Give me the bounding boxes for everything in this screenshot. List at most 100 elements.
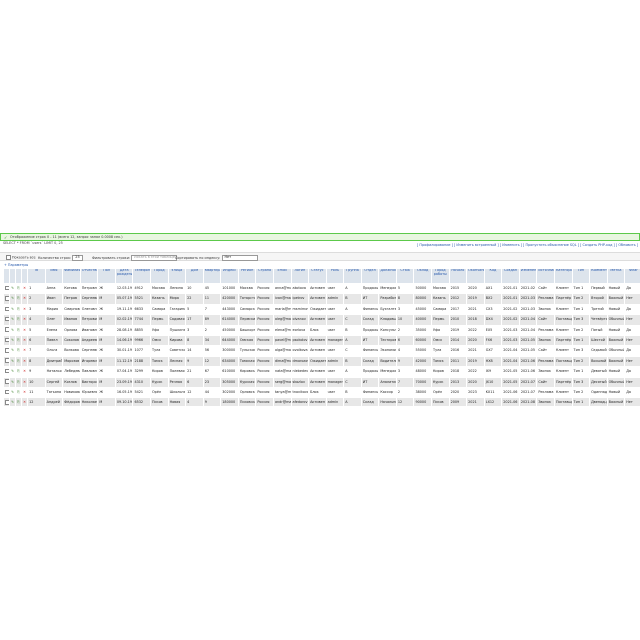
table-cell[interactable]: admin [325,293,345,305]
copy-icon[interactable]: ⎘ [17,359,20,363]
table-cell[interactable]: Нет [624,355,640,368]
table-cell[interactable]: М [97,376,116,388]
row-checkbox[interactable] [5,316,9,322]
table-cell[interactable]: Казань [431,293,450,305]
table-cell[interactable]: Россия [255,314,274,326]
table-cell[interactable]: 40000 [413,314,432,326]
table-cell[interactable]: Ленина [167,282,187,295]
table-cell[interactable]: 8 [185,334,204,347]
table-cell[interactable]: Менеджер [378,366,397,378]
sort-select[interactable]: Нет [221,255,258,261]
table-cell[interactable]: 9 [27,366,46,378]
table-cell[interactable]: Тип 2 [571,355,591,368]
table-cell[interactable]: 6 [27,334,46,347]
table-cell[interactable]: 28.08.1995 [114,324,134,336]
table-cell[interactable]: Нет [624,397,640,406]
table-cell[interactable]: 420000 [220,293,239,305]
parameters-toggle[interactable]: + Параметры [4,263,28,267]
table-cell[interactable]: Седьмой [589,345,608,357]
table-cell[interactable]: user [325,324,345,336]
table-cell[interactable]: dima@mail [272,355,292,368]
table-cell[interactable]: serg@mail [272,376,292,388]
pencil-icon[interactable]: ✎ [11,286,14,290]
table-cell[interactable]: Активен [308,376,327,388]
column-header[interactable]: Создан [501,268,520,284]
table-cell[interactable]: 2021-07 [518,386,538,399]
table-cell[interactable]: 21 [185,366,204,378]
column-header[interactable]: Отчество [79,268,99,284]
table-cell[interactable]: Россия [255,376,274,388]
table-cell[interactable]: 2021-02 [501,303,520,316]
table-cell[interactable]: Наталья [44,366,64,378]
table-cell[interactable]: admin [325,397,345,406]
table-cell[interactable]: Самарская [237,303,257,316]
column-header[interactable]: Email [272,268,292,284]
table-cell[interactable]: Петров [62,293,81,305]
table-cell[interactable]: Ивановна [79,324,99,336]
show-all-checkbox[interactable] [6,255,11,260]
column-header[interactable]: Город работы [431,268,450,284]
table-cell[interactable]: 3 [395,303,415,316]
table-cell[interactable]: EX5 [483,324,503,336]
column-header[interactable]: Регион [237,268,257,284]
table-cell[interactable]: Тип 2 [571,324,591,336]
table-cell[interactable]: Николаевич [79,397,99,406]
table-cell[interactable]: Да [624,386,640,399]
table-cell[interactable]: Звонок [536,303,555,316]
table-cell[interactable]: 2 [395,324,415,336]
table-cell[interactable]: Продажи [360,282,380,295]
table-cell[interactable]: 8855 [132,324,151,336]
table-cell[interactable]: Финансы [360,345,380,357]
table-cell[interactable]: Продажи [360,324,380,336]
table-cell[interactable]: 2011 [448,355,468,368]
table-cell[interactable]: Сайт [536,345,555,357]
table-cell[interactable]: Одиннадцатый [589,386,608,399]
table-cell[interactable]: Котова [62,282,81,295]
pencil-icon[interactable]: ✎ [11,307,14,311]
table-cell[interactable]: Тульская [237,345,257,357]
table-cell[interactable]: Реклама [536,355,555,368]
table-cell[interactable]: Морозов [62,355,81,368]
table-cell[interactable]: Да [624,282,640,295]
table-cell[interactable]: ipetrov [290,293,310,305]
table-cell[interactable]: Разработчик [378,293,397,305]
table-cell[interactable]: Начальник [378,397,397,406]
table-cell[interactable]: 14 [185,345,204,357]
table-cell[interactable]: Мира [167,293,187,305]
table-cell[interactable]: 2021-05 [518,334,538,347]
table-cell[interactable]: Девятый [589,366,608,378]
table-cell[interactable]: Шестой [589,334,608,347]
copy-icon[interactable]: ⎘ [17,328,20,332]
table-cell[interactable]: 9 [185,355,204,368]
copy-icon[interactable]: ⎘ [17,400,20,404]
table-cell[interactable]: Москва [237,282,257,295]
column-header[interactable]: Группа [343,268,362,284]
table-cell[interactable]: 2021-01 [501,282,520,295]
table-cell[interactable]: Томск [150,355,169,368]
table-cell[interactable]: 7 [395,376,415,388]
pencil-icon[interactable]: ✎ [11,348,14,352]
row-checkbox[interactable] [5,389,9,395]
table-cell[interactable]: Казань [150,293,169,305]
column-header[interactable]: Пол [97,268,116,284]
row-checkbox[interactable] [5,379,9,384]
table-cell[interactable]: psokolov [290,334,310,347]
table-cell[interactable]: Финансы [360,303,380,316]
table-cell[interactable]: 4 [395,345,415,357]
table-cell[interactable]: 10 [185,282,204,295]
table-cell[interactable]: Активен [308,366,327,378]
table-cell[interactable]: 14.06.1988 [114,334,134,347]
table-cell[interactable]: Москва [431,282,450,295]
table-cell[interactable]: 6532 [132,397,151,406]
table-cell[interactable]: CX3 [483,303,503,316]
table-cell[interactable]: Смирнова [62,303,81,316]
table-cell[interactable]: Омская [237,334,257,347]
table-cell[interactable]: Поставщик [553,397,573,406]
table-cell[interactable]: 2022 [466,366,485,378]
table-cell[interactable]: Курск [150,376,169,388]
table-cell[interactable]: Андрей [44,397,64,406]
table-cell[interactable]: 3 [395,366,415,378]
table-cell[interactable]: user [325,314,345,326]
table-cell[interactable]: 2022 [466,324,485,336]
table-cell[interactable]: 12 [185,386,204,399]
